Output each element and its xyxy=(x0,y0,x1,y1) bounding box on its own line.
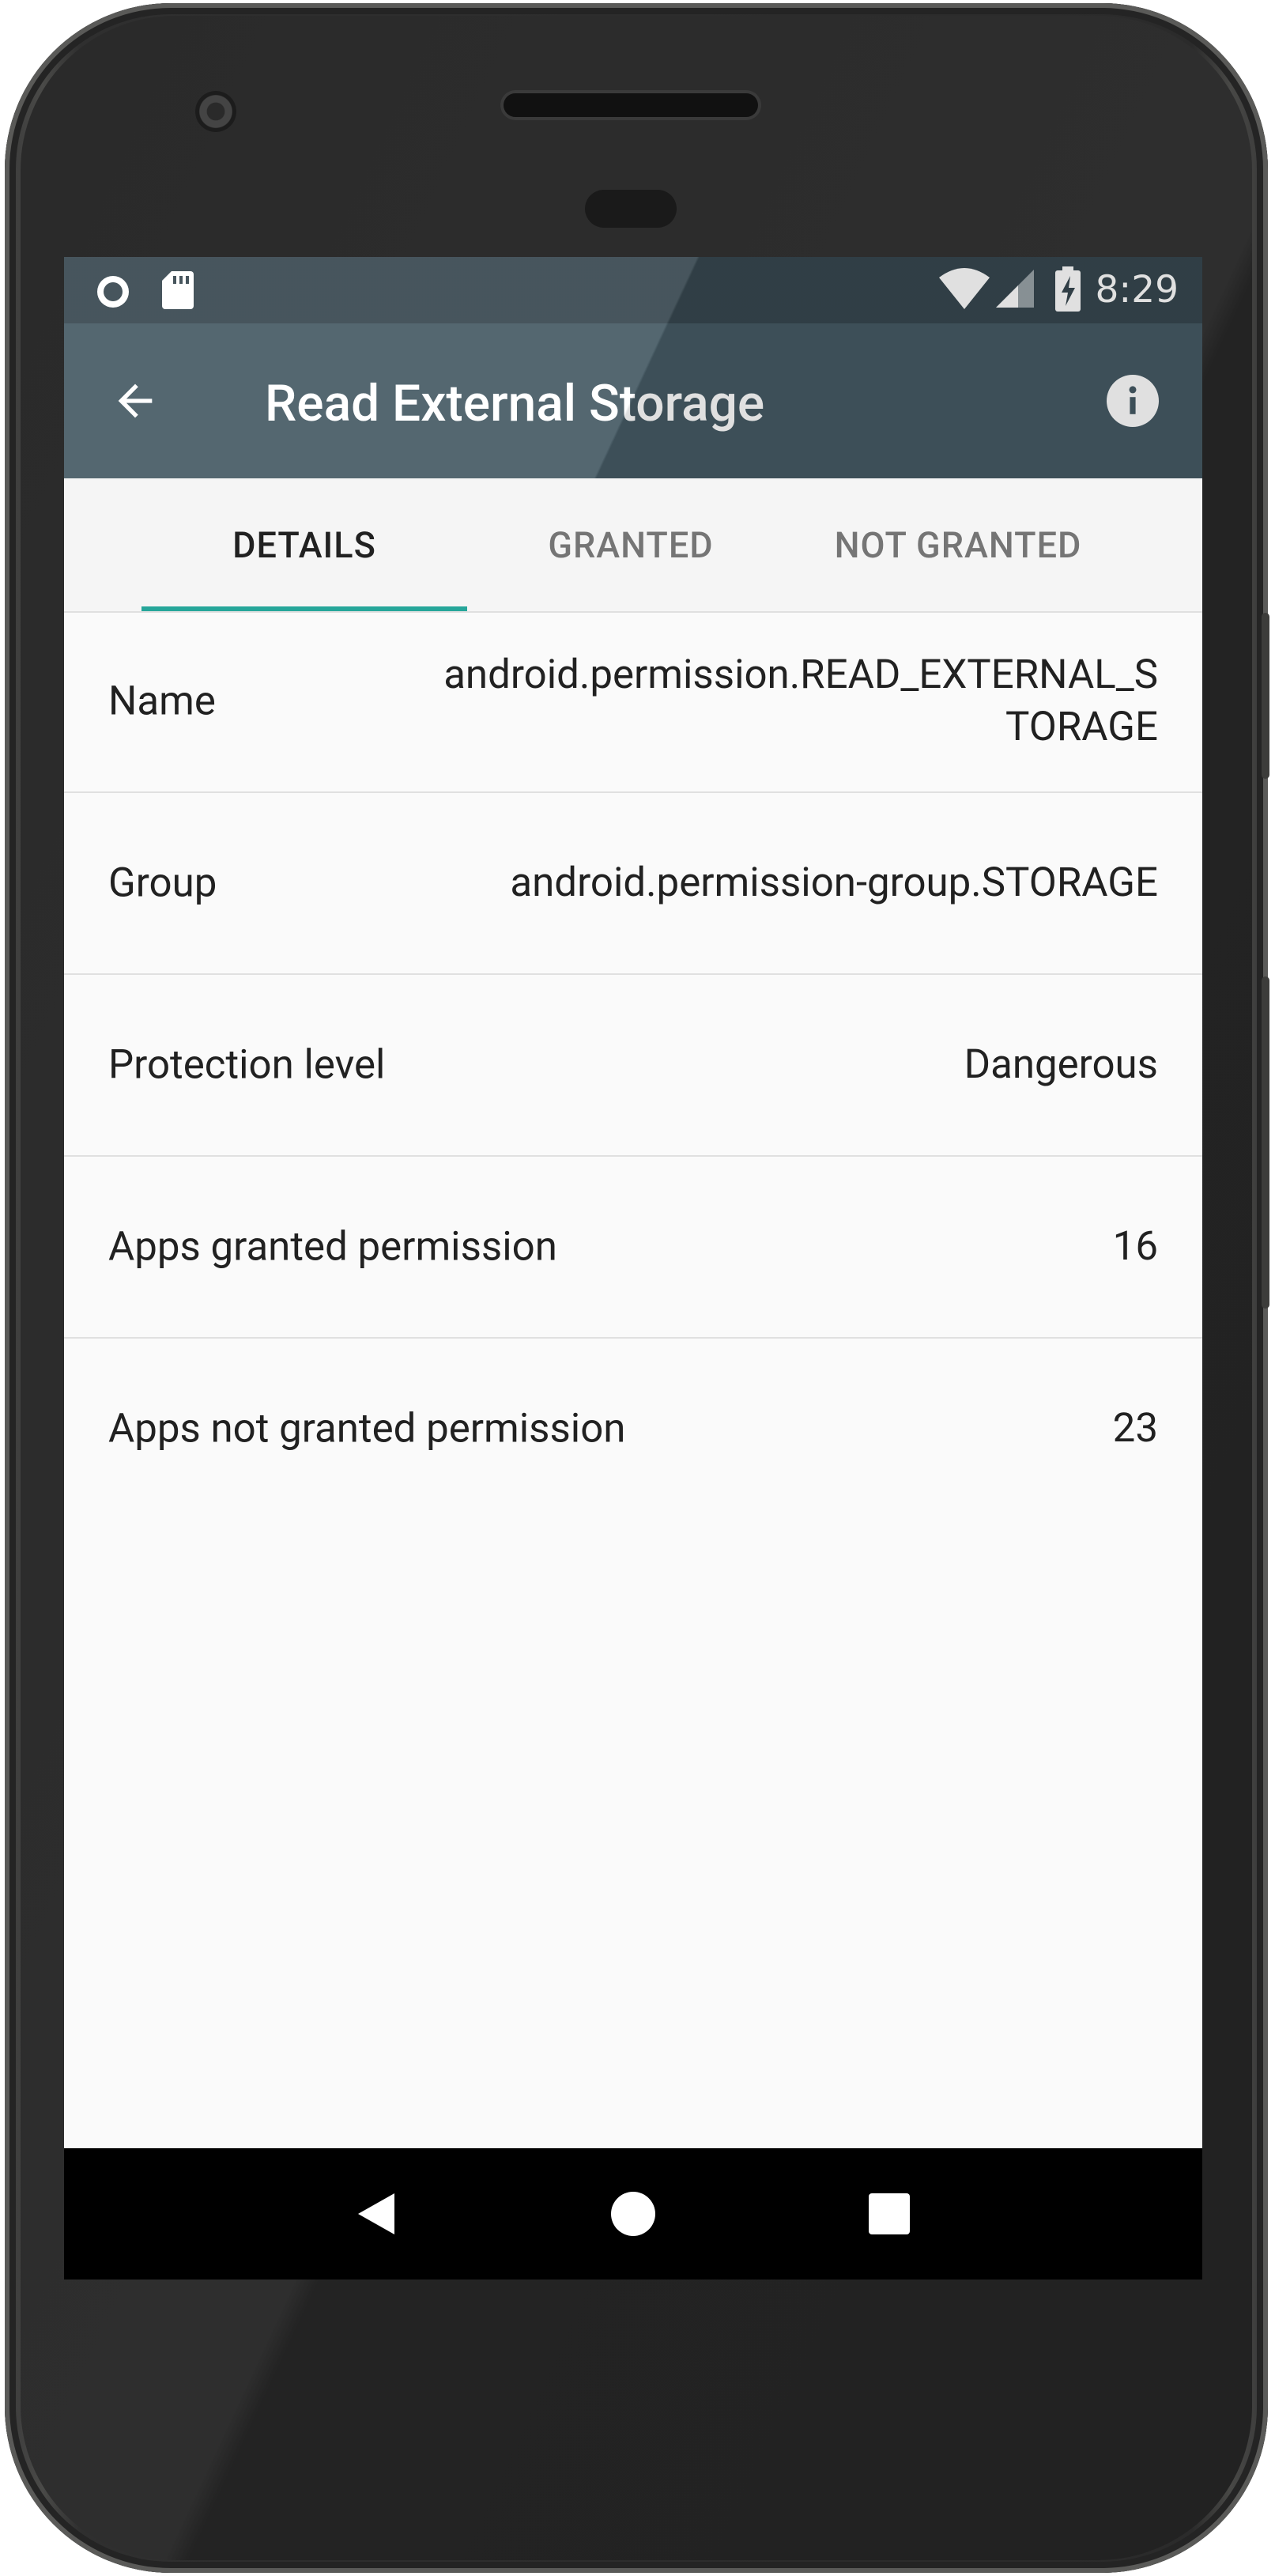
detail-row-apps-not-granted: Apps not granted permission 23 xyxy=(64,1339,1202,1519)
screen: 8:29 Read External Storage DETAILS GRANT… xyxy=(64,257,1202,2279)
detail-value: 16 xyxy=(1112,1223,1158,1270)
detail-value: android.permission.READ_EXTERNAL_STORAGE xyxy=(443,652,1158,750)
tab-granted[interactable]: GRANTED xyxy=(467,478,794,611)
front-camera xyxy=(195,91,236,132)
home-circle-icon xyxy=(611,2192,655,2236)
info-icon xyxy=(1107,375,1159,427)
battery-charging-icon xyxy=(1054,266,1082,315)
volume-button xyxy=(1262,976,1269,1309)
tab-not-granted[interactable]: NOT GRANTED xyxy=(794,478,1122,611)
arrow-back-icon xyxy=(118,383,153,418)
details-list: Name android.permission.READ_EXTERNAL_ST… xyxy=(64,611,1202,1519)
earpiece-speaker xyxy=(504,93,758,117)
navigation-bar xyxy=(64,2148,1202,2279)
detail-row-name: Name android.permission.READ_EXTERNAL_ST… xyxy=(64,611,1202,793)
back-triangle-icon xyxy=(358,2193,394,2234)
status-time: 8:29 xyxy=(1095,268,1179,312)
power-button xyxy=(1262,613,1269,779)
info-button[interactable] xyxy=(1101,369,1164,432)
detail-label: Group xyxy=(108,859,217,907)
detail-row-protection-level: Protection level Dangerous xyxy=(64,975,1202,1157)
page-title: Read External Storage xyxy=(265,374,765,433)
detail-row-group: Group android.permission-group.STORAGE xyxy=(64,793,1202,975)
sd-card-icon xyxy=(160,270,195,314)
wifi-icon xyxy=(937,266,991,314)
recents-square-icon xyxy=(869,2193,910,2234)
detail-row-apps-granted: Apps granted permission 16 xyxy=(64,1157,1202,1339)
back-button[interactable] xyxy=(104,369,167,432)
nav-home-button[interactable] xyxy=(594,2174,673,2253)
detail-label: Apps not granted permission xyxy=(108,1405,626,1452)
detail-value: 23 xyxy=(1112,1405,1158,1452)
record-icon xyxy=(94,273,132,314)
app-bar: Read External Storage xyxy=(64,323,1202,478)
cell-signal-icon xyxy=(994,268,1035,312)
detail-label: Protection level xyxy=(108,1041,386,1089)
proximity-sensor xyxy=(585,190,677,228)
nav-back-button[interactable] xyxy=(338,2174,417,2253)
detail-value: Dangerous xyxy=(964,1041,1158,1088)
detail-value: android.permission-group.STORAGE xyxy=(510,859,1158,906)
status-bar: 8:29 xyxy=(64,257,1202,323)
detail-label: Apps granted permission xyxy=(108,1223,557,1271)
nav-recents-button[interactable] xyxy=(850,2174,929,2253)
tab-details[interactable]: DETAILS xyxy=(141,478,467,611)
tab-bar: DETAILS GRANTED NOT GRANTED xyxy=(64,478,1202,613)
detail-label: Name xyxy=(108,678,216,725)
